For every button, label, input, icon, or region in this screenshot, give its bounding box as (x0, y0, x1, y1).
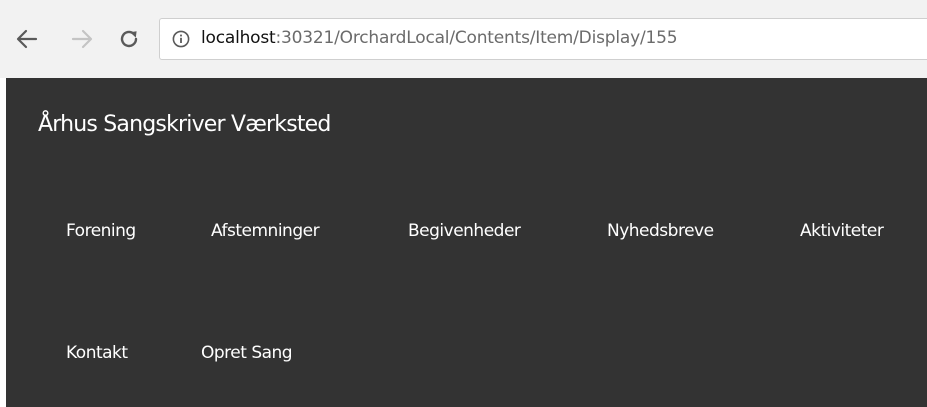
site-title[interactable]: Århus Sangskriver Værksted (38, 112, 331, 137)
url-host: localhost (201, 28, 276, 48)
nav-item-afstemninger[interactable]: Afstemninger (211, 221, 320, 241)
reload-icon[interactable] (117, 27, 141, 51)
nav-item-kontakt[interactable]: Kontakt (66, 343, 128, 363)
site-header: Århus Sangskriver Værksted Forening Afst… (6, 78, 927, 407)
nav-item-begivenheder[interactable]: Begivenheder (408, 221, 521, 241)
back-arrow-icon[interactable] (15, 27, 39, 51)
nav-item-forening[interactable]: Forening (66, 221, 136, 241)
browser-toolbar: localhost:30321/OrchardLocal/Contents/It… (0, 0, 927, 78)
address-bar[interactable]: localhost:30321/OrchardLocal/Contents/It… (159, 18, 927, 60)
info-icon[interactable] (172, 30, 190, 48)
nav-item-aktiviteter[interactable]: Aktiviteter (800, 221, 884, 241)
nav-item-nyhedsbreve[interactable]: Nyhedsbreve (607, 221, 714, 241)
url-path: :30321/OrchardLocal/Contents/Item/Displa… (275, 28, 678, 48)
nav-item-opret-sang[interactable]: Opret Sang (201, 343, 293, 363)
url-text[interactable]: localhost:30321/OrchardLocal/Contents/It… (201, 28, 678, 48)
forward-arrow-icon[interactable] (70, 27, 94, 51)
